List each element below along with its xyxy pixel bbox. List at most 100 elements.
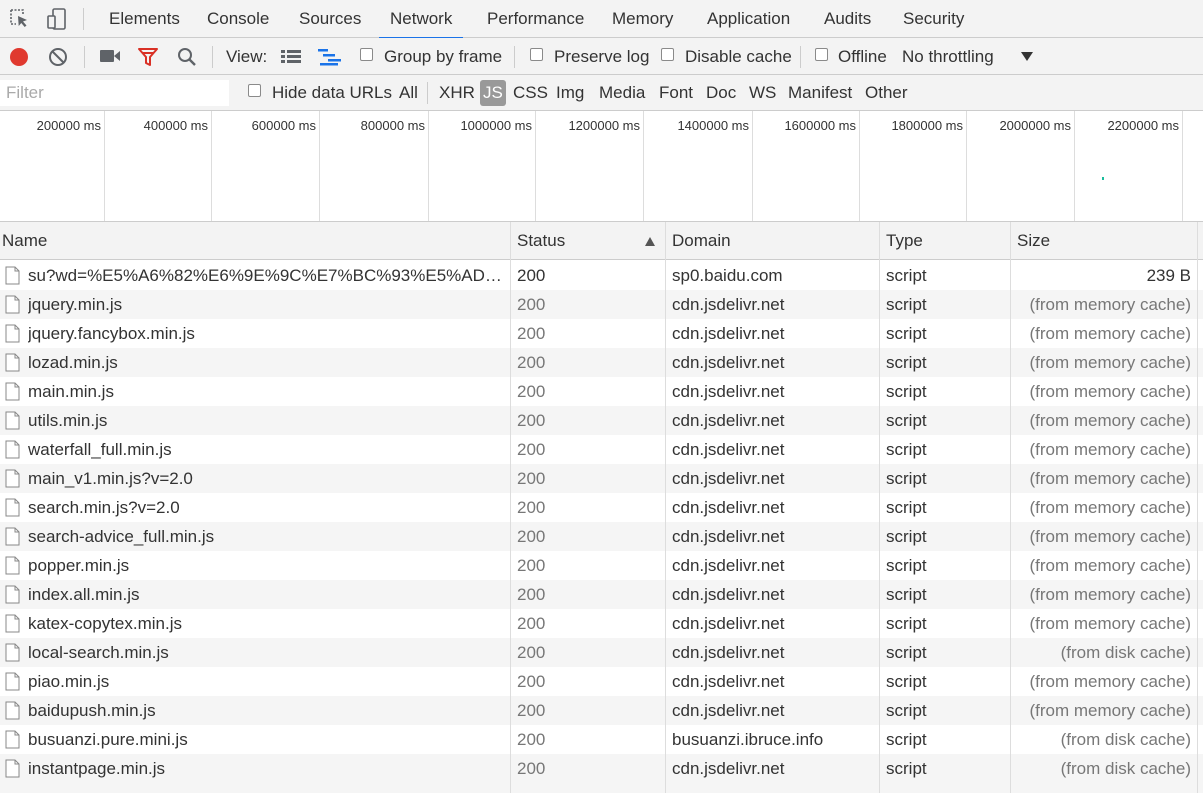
clear-icon[interactable]: [48, 47, 68, 67]
type-filter-font[interactable]: Font: [657, 80, 695, 106]
column-divider[interactable]: [510, 222, 511, 793]
type-filter-img[interactable]: Img: [554, 80, 586, 106]
device-toolbar-icon[interactable]: [46, 7, 68, 31]
table-row[interactable]: instantpage.min.js 200 cdn.jsdelivr.net scr…: [0, 754, 1203, 783]
table-row[interactable]: busuanzi.pure.mini.js 200 busuanzi.ibruce.…: [0, 725, 1203, 754]
capture-screenshots-icon[interactable]: [99, 48, 121, 64]
table-row[interactable]: utils.min.js 200 cdn.jsdelivr.net script (fr…: [0, 406, 1203, 435]
type-filter-ws[interactable]: WS: [747, 80, 778, 106]
request-name[interactable]: local-search.min.js: [28, 638, 503, 667]
column-header-name[interactable]: Name: [0, 222, 47, 260]
preserve-log-label[interactable]: Preserve log: [554, 38, 649, 75]
search-icon[interactable]: [177, 47, 197, 67]
view-label: View:: [226, 47, 268, 66]
filter-bar: Hide data URLs All XHRJSCSSImg Media Font Do…: [0, 75, 1203, 111]
tab-memory[interactable]: Memory: [612, 0, 673, 38]
request-name[interactable]: jquery.min.js: [28, 290, 503, 319]
request-name[interactable]: busuanzi.pure.mini.js: [28, 725, 503, 754]
request-status: 200: [517, 759, 546, 778]
table-row[interactable]: search-advice_full.min.js 200 cdn.jsdelivr…: [0, 522, 1203, 551]
hide-data-urls-label[interactable]: Hide data URLs: [272, 75, 392, 111]
request-name[interactable]: utils.min.js: [28, 406, 503, 435]
type-filter-media[interactable]: Media: [597, 80, 647, 106]
request-name[interactable]: jquery.fancybox.min.js: [28, 319, 503, 348]
request-name[interactable]: lozad.min.js: [28, 348, 503, 377]
request-name[interactable]: search-advice_full.min.js: [28, 522, 503, 551]
table-row[interactable]: main_v1.min.js?v=2.0 200 cdn.jsdelivr.net s…: [0, 464, 1203, 493]
group-by-frame-checkbox[interactable]: [360, 48, 373, 61]
request-name[interactable]: piao.min.js: [28, 667, 503, 696]
request-name[interactable]: index.all.min.js: [28, 580, 503, 609]
inspect-element-icon[interactable]: [8, 7, 30, 31]
type-filter-js[interactable]: JS: [480, 80, 506, 106]
network-overview[interactable]: 200000 ms 400000 ms 600000 ms 800000 ms 1000…: [0, 111, 1203, 222]
overview-tick-label: 1800000 ms: [891, 118, 963, 133]
request-name[interactable]: katex-copytex.min.js: [28, 609, 503, 638]
request-size: (from memory cache): [1029, 556, 1191, 575]
disable-cache-label[interactable]: Disable cache: [685, 38, 792, 75]
record-button[interactable]: [8, 46, 30, 68]
tab-audits[interactable]: Audits: [824, 0, 871, 38]
table-row[interactable]: popper.min.js 200 cdn.jsdelivr.net script (f…: [0, 551, 1203, 580]
tab-performance[interactable]: Performance: [487, 0, 584, 38]
group-by-frame-label[interactable]: Group by frame: [384, 38, 502, 75]
request-type: script: [886, 672, 927, 691]
hide-data-urls-checkbox[interactable]: [248, 84, 261, 97]
type-filter-manifest[interactable]: Manifest: [786, 80, 854, 106]
table-row[interactable]: lozad.min.js 200 cdn.jsdelivr.net script (fr…: [0, 348, 1203, 377]
type-filter-doc[interactable]: Doc: [704, 80, 738, 106]
table-row[interactable]: piao.min.js 200 cdn.jsdelivr.net script (fro…: [0, 667, 1203, 696]
table-row[interactable]: su?wd=%E5%A6%82%E6%9E%9C%E7%BC%93%E5%AD%…: [0, 261, 1203, 290]
table-row[interactable]: jquery.fancybox.min.js 200 cdn.jsdelivr.ne…: [0, 319, 1203, 348]
offline-label[interactable]: Offline: [838, 38, 887, 75]
tab-sources[interactable]: Sources: [299, 0, 361, 38]
filter-input[interactable]: [0, 80, 229, 106]
document-icon: [5, 295, 20, 314]
column-divider[interactable]: [879, 222, 880, 793]
show-overview-icon[interactable]: [318, 48, 342, 66]
request-name[interactable]: search.min.js?v=2.0: [28, 493, 503, 522]
tab-console[interactable]: Console: [207, 0, 269, 38]
disable-cache-checkbox[interactable]: [661, 48, 674, 61]
type-filter-other[interactable]: Other: [863, 80, 910, 106]
column-header-size[interactable]: Size: [1015, 222, 1050, 260]
offline-checkbox[interactable]: [815, 48, 828, 61]
table-row[interactable]: jquery.min.js 200 cdn.jsdelivr.net script (f…: [0, 290, 1203, 319]
tab-application[interactable]: Application: [707, 0, 790, 38]
filter-icon[interactable]: [137, 47, 159, 67]
column-header-status[interactable]: Status: [515, 222, 565, 260]
column-divider[interactable]: [665, 222, 666, 793]
request-domain: cdn.jsdelivr.net: [672, 672, 785, 691]
column-header-domain[interactable]: Domain: [670, 222, 731, 260]
request-name[interactable]: popper.min.js: [28, 551, 503, 580]
overview-tick-label: 2200000 ms: [1107, 118, 1179, 133]
table-row[interactable]: local-search.min.js 200 cdn.jsdelivr.net sc…: [0, 638, 1203, 667]
request-name[interactable]: main_v1.min.js?v=2.0: [28, 464, 503, 493]
request-name[interactable]: instantpage.min.js: [28, 754, 503, 783]
table-row[interactable]: waterfall_full.min.js 200 cdn.jsdelivr.net…: [0, 435, 1203, 464]
request-name[interactable]: waterfall_full.min.js: [28, 435, 503, 464]
request-status: 200: [517, 643, 546, 662]
column-header-type[interactable]: Type: [884, 222, 923, 260]
type-filter-all[interactable]: All: [397, 80, 420, 106]
type-filter-xhr[interactable]: XHR: [437, 80, 477, 106]
table-row[interactable]: main.min.js 200 cdn.jsdelivr.net script (fro…: [0, 377, 1203, 406]
column-divider[interactable]: [1010, 222, 1011, 793]
tab-network[interactable]: Network: [378, 0, 464, 39]
tab-elements[interactable]: Elements: [109, 0, 180, 38]
request-name[interactable]: baidupush.min.js: [28, 696, 503, 725]
large-request-rows-icon[interactable]: [281, 49, 301, 64]
throttling-select[interactable]: No throttling: [902, 38, 994, 75]
filter-separator: [427, 82, 428, 104]
table-row[interactable]: katex-copytex.min.js 200 cdn.jsdelivr.net s…: [0, 609, 1203, 638]
request-name[interactable]: main.min.js: [28, 377, 503, 406]
overview-tick-label: 1000000 ms: [460, 118, 532, 133]
table-row[interactable]: index.all.min.js 200 cdn.jsdelivr.net scrip…: [0, 580, 1203, 609]
tab-security[interactable]: Security: [903, 0, 964, 38]
throttling-dropdown-icon[interactable]: [1021, 52, 1033, 61]
table-row[interactable]: baidupush.min.js 200 cdn.jsdelivr.net scrip…: [0, 696, 1203, 725]
preserve-log-checkbox[interactable]: [530, 48, 543, 61]
type-filter-css[interactable]: CSS: [511, 80, 550, 106]
request-name[interactable]: su?wd=%E5%A6%82%E6%9E%9C%E7%BC%93%E5%AD%…: [28, 261, 503, 290]
table-row[interactable]: search.min.js?v=2.0 200 cdn.jsdelivr.net sc…: [0, 493, 1203, 522]
